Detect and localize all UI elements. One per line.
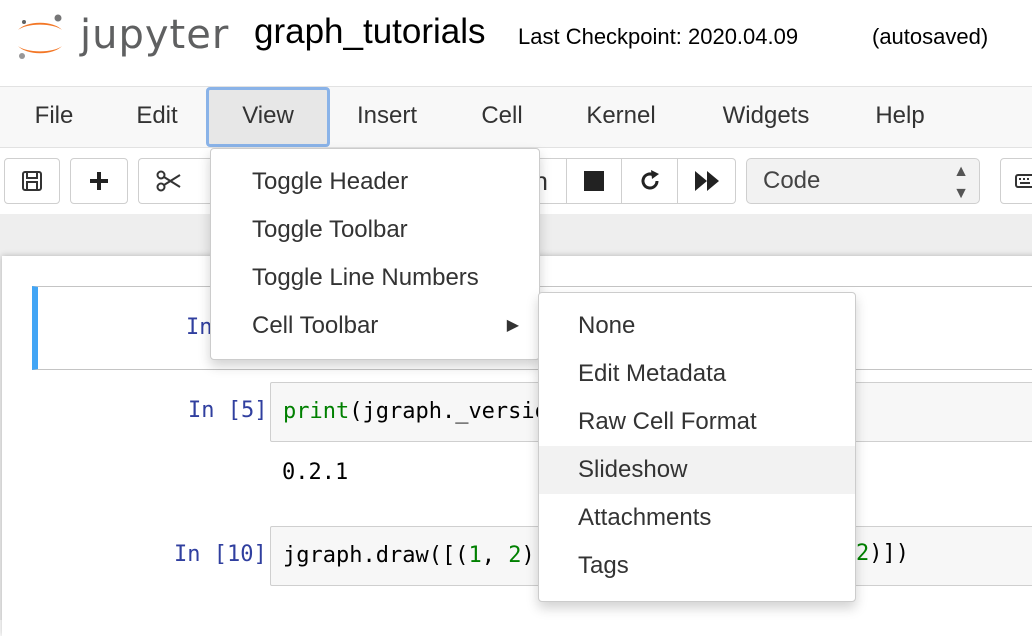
menu-cell[interactable]: Cell — [466, 87, 538, 147]
cell-prompt: In — [186, 315, 213, 340]
fast-forward-icon — [694, 171, 719, 191]
cut-button[interactable] — [138, 158, 198, 204]
submenu-item-attachments[interactable]: Attachments — [539, 494, 855, 542]
autosave-status: (autosaved) — [872, 24, 989, 49]
menu-item-cell-toolbar[interactable]: Cell Toolbar ▶ — [211, 302, 539, 350]
run-all-button[interactable] — [678, 158, 736, 204]
jupyter-logo-icon — [18, 14, 62, 59]
menubar: File Edit View Insert Cell Kernel Widget… — [0, 86, 1032, 148]
menu-insert[interactable]: Insert — [342, 87, 432, 147]
submenu-item-edit-metadata[interactable]: Edit Metadata — [539, 350, 855, 398]
view-menu-dropdown: Toggle Header Toggle Toolbar Toggle Line… — [210, 148, 540, 360]
code-token: 1 — [468, 543, 482, 568]
insert-cell-button[interactable] — [70, 158, 128, 204]
header: jupyter graph_tutorials Last Checkpoint:… — [0, 0, 1032, 86]
cell-type-select[interactable]: Code ▲ ▼ — [746, 158, 980, 204]
save-button[interactable] — [4, 158, 60, 204]
checkpoint-status: Last Checkpoint: 2020.04.09 — [518, 24, 799, 49]
cell-prompt: In [5]: — [188, 398, 281, 423]
scissors-icon — [156, 170, 181, 192]
interrupt-button[interactable] — [566, 158, 622, 204]
notebook-name[interactable]: graph_tutorials — [254, 12, 486, 52]
submenu-caret-icon: ▶ — [506, 317, 519, 334]
submenu-item-none[interactable]: None — [539, 302, 855, 350]
code-token: 2 — [508, 543, 522, 568]
cell-prompt: In [10]: — [174, 542, 280, 567]
menu-edit[interactable]: Edit — [120, 87, 194, 147]
jupyter-logo[interactable]: jupyter — [12, 8, 242, 64]
code-token-tail: 2)]) — [856, 541, 909, 566]
submenu-item-slideshow[interactable]: Slideshow — [539, 446, 855, 494]
menu-item-toggle-line-numbers[interactable]: Toggle Line Numbers — [211, 254, 539, 302]
cell-type-value: Code — [763, 167, 821, 194]
menu-item-toggle-header[interactable]: Toggle Header — [211, 158, 539, 206]
save-icon — [22, 171, 42, 191]
stop-icon — [584, 171, 604, 191]
code-token: jgraph.draw([( — [283, 543, 469, 568]
code-token: 2 — [856, 541, 870, 566]
cell-output: 0.2.1 — [282, 460, 349, 485]
code-token: print — [283, 399, 350, 424]
logo-text: jupyter — [80, 12, 230, 58]
code-token: )]) — [869, 541, 909, 566]
keyboard-shortcuts-button[interactable] — [1000, 158, 1032, 204]
keyboard-icon — [1015, 174, 1032, 188]
select-arrows-icon: ▲ ▼ — [953, 163, 969, 202]
menu-kernel[interactable]: Kernel — [570, 87, 672, 147]
submenu-item-tags[interactable]: Tags — [539, 542, 855, 590]
cell-toolbar-submenu: None Edit Metadata Raw Cell Format Slide… — [538, 292, 856, 602]
menu-file[interactable]: File — [20, 87, 88, 147]
menu-view[interactable]: View — [206, 87, 330, 147]
menu-widgets[interactable]: Widgets — [706, 87, 826, 147]
menu-item-toggle-toolbar[interactable]: Toggle Toolbar — [211, 206, 539, 254]
code-token: , — [481, 543, 509, 568]
cell-toolbar-label: Cell Toolbar — [252, 312, 379, 339]
menu-help[interactable]: Help — [860, 87, 940, 147]
restart-icon — [641, 170, 659, 190]
restart-button[interactable] — [622, 158, 678, 204]
plus-icon — [90, 172, 108, 190]
submenu-item-raw-cell-format[interactable]: Raw Cell Format — [539, 398, 855, 446]
